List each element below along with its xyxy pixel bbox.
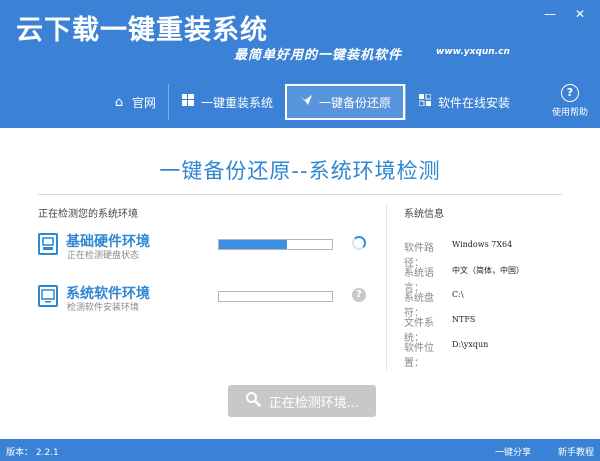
- share-link[interactable]: 一键分享: [495, 445, 531, 458]
- software-progress-bar: [218, 291, 333, 302]
- info-row-location: 软件位置： D:\yxqun: [404, 339, 488, 369]
- software-check-row: 系统软件环境 检测软件安装环境 ?: [38, 283, 378, 313]
- minimize-button[interactable]: —: [536, 4, 564, 24]
- title-divider: [38, 194, 562, 195]
- bird-icon: [299, 94, 313, 110]
- tab-label: 一键重装系统: [201, 95, 274, 110]
- detection-section-title: 正在检测您的系统环境: [38, 209, 138, 220]
- tab-label: 一键备份还原: [319, 95, 392, 110]
- detecting-button-label: 正在检测环境...: [268, 395, 360, 411]
- window-controls: — ✕: [536, 4, 594, 24]
- app-slogan: 最简单好用的一键装机软件: [234, 48, 403, 63]
- section-divider: [386, 204, 387, 370]
- system-info-title: 系统信息: [404, 209, 444, 220]
- loading-spinner-icon: [352, 236, 366, 250]
- home-icon: ⌂: [114, 94, 124, 110]
- version-label: 版本： 2.2.1: [6, 448, 59, 458]
- windows-icon: [181, 94, 195, 110]
- monitor-icon: [38, 285, 58, 307]
- info-label: 软件位置：: [404, 343, 434, 369]
- hardware-progress-bar: [218, 239, 333, 250]
- header-bar: 云下载一键重装系统 最简单好用的一键装机软件 www.yxqun.cn — ✕ …: [0, 0, 600, 128]
- help-button[interactable]: ? 使用帮助: [550, 84, 590, 118]
- page-title: 一键备份还原--系统环境检测: [159, 159, 441, 183]
- detecting-button[interactable]: 正在检测环境...: [228, 385, 376, 417]
- software-check-status: 检测软件安装环境: [67, 303, 140, 313]
- tutorial-link[interactable]: 新手教程: [558, 445, 594, 458]
- question-icon: ?: [561, 84, 579, 102]
- hardware-icon: [38, 233, 58, 255]
- hardware-check-status: 正在检测硬盘状态: [67, 251, 140, 261]
- search-icon: [245, 391, 261, 411]
- pending-question-icon: ?: [352, 288, 366, 302]
- tab-label: 官网: [132, 95, 157, 110]
- footer-bar: 版本： 2.2.1 一键分享 新手教程: [0, 439, 600, 461]
- tab-backup-restore[interactable]: 一键备份还原: [285, 84, 406, 120]
- main-tabs: ⌂ 官网 一键重装系统 一键备份还原 软件在线安装: [100, 84, 522, 120]
- hardware-check-row: 基础硬件环境 正在检测硬盘状态: [38, 231, 378, 261]
- app-title: 云下载一键重装系统: [16, 15, 268, 46]
- tab-official-site[interactable]: ⌂ 官网: [100, 84, 168, 120]
- site-url: www.yxqun.cn: [436, 47, 510, 57]
- tab-software-install[interactable]: 软件在线安装: [405, 84, 522, 120]
- tab-reinstall-system[interactable]: 一键重装系统: [168, 84, 285, 120]
- tab-label: 软件在线安装: [438, 95, 511, 110]
- hardware-progress-fill: [219, 240, 287, 249]
- package-icon: [418, 93, 432, 110]
- help-label: 使用帮助: [551, 108, 588, 118]
- info-value: D:\yxqun: [452, 340, 489, 349]
- close-button[interactable]: ✕: [566, 4, 594, 24]
